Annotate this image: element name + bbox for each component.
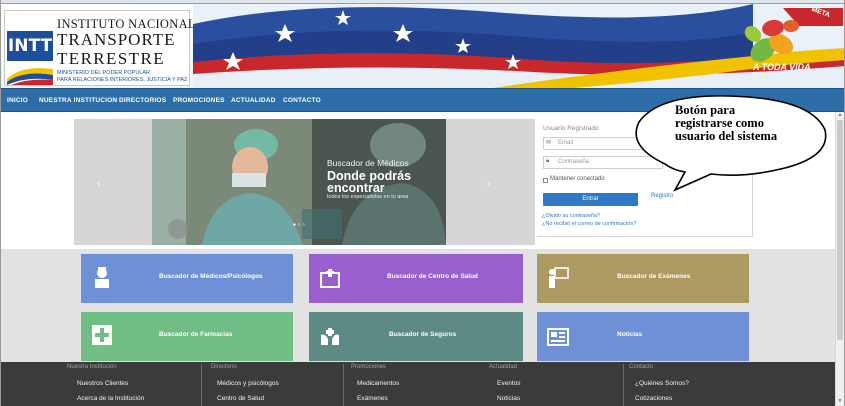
logo-text-line2: TRANSPORTE <box>57 30 176 49</box>
scrollbar-thumb[interactable] <box>837 120 843 340</box>
presentation-icon <box>549 267 569 288</box>
carousel-caption-big: Donde podrás encontrar <box>327 169 412 195</box>
footer-divider <box>623 364 624 406</box>
email-icon: ✉ <box>546 140 552 146</box>
intt-logo[interactable]: INTT INSTITUTO NACIONAL DE TRANSPORTE TE… <box>4 10 216 86</box>
scroll-down-arrow-icon[interactable]: ▼ <box>836 398 844 405</box>
intt-badge: INTT <box>7 31 53 61</box>
footer-title-contacto: Contacto <box>629 364 654 370</box>
service-label-farmacias: Buscador de Farmacias <box>159 331 233 338</box>
footer-divider <box>343 364 344 406</box>
footer-link-medicos[interactable]: Médicos y psicólogos <box>217 380 279 387</box>
carousel-prev-arrow[interactable]: ‹ <box>97 178 100 189</box>
footer-link-centro-salud[interactable]: Centro de Salud <box>217 395 264 402</box>
footer-title-directorio: Directorio <box>211 364 237 370</box>
footer-link-examenes[interactable]: Exámenes <box>357 395 388 402</box>
footer-link-cotizaciones[interactable]: Cotizaciones <box>635 395 672 402</box>
nav-item-inicio[interactable]: INICIO <box>7 89 28 113</box>
login-panel-border-bottom <box>537 236 753 237</box>
page: INTT INSTITUTO NACIONAL DE TRANSPORTE TE… <box>0 0 845 406</box>
annotation-text: Botón para registrarse como usuario del … <box>675 103 778 143</box>
service-tile-seguros[interactable]: Buscador de Seguros <box>309 312 523 361</box>
footer-link-acerca[interactable]: Acerca de la Institución <box>77 395 144 402</box>
pharmacy-cross-icon <box>92 325 112 345</box>
nav-item-promociones[interactable]: PROMOCIONES <box>173 89 225 113</box>
login-title: Usuario Registrado <box>543 125 599 132</box>
service-label-examenes: Buscador de Exámenes <box>617 273 691 280</box>
lock-icon: 🔒︎ <box>546 158 550 164</box>
service-tile-medicos[interactable]: Buscador de Médicos/Psicólogos <box>81 254 293 303</box>
service-tile-farmacias[interactable]: Buscador de Farmacias <box>81 312 293 361</box>
forgot-password-link[interactable]: ¿Olvido su contraseña? <box>542 213 600 219</box>
footer-link-nuestros-clientes[interactable]: Nuestros Clientes <box>77 380 128 387</box>
footer-title-actualidad: Actualidad <box>489 364 518 370</box>
service-label-seguros: Buscador de Seguros <box>389 331 457 338</box>
footer-link-noticias[interactable]: Noticias <box>497 395 520 402</box>
service-tile-noticias[interactable]: Noticias <box>537 312 749 361</box>
remember-checkbox[interactable] <box>543 178 548 183</box>
venezuela-flag-icon <box>7 68 53 85</box>
site-header: INTT INSTITUTO NACIONAL DE TRANSPORTE TE… <box>1 4 844 88</box>
carousel-next-arrow[interactable]: › <box>487 178 490 189</box>
campaign-text: A TODA VIDA <box>753 62 811 72</box>
footer-title-promociones: Promociones <box>351 364 387 370</box>
service-tile-centro-salud[interactable]: Buscador de Centro de Salud <box>309 254 523 303</box>
service-label-medicos: Buscador de Médicos/Psicólogos <box>159 273 263 280</box>
carousel-caption-sub: todos los especialistas en tu area <box>327 194 409 200</box>
logo-ministry-line2: PARA RELACIONES INTERIORES, JUSTICIA Y P… <box>57 77 188 83</box>
logo-ministry-line1: MINISTERIO DEL PODER POPULAR <box>57 70 151 76</box>
nav-item-directorios[interactable]: DIRECTORIOS <box>119 89 166 113</box>
insurance-hands-icon <box>321 328 339 345</box>
hospital-icon <box>320 269 340 288</box>
carousel-caption-small: Buscador de Médicos <box>327 158 409 168</box>
nav-item-actualidad[interactable]: ACTUALIDAD <box>231 89 276 113</box>
login-submit-button[interactable]: Entrar <box>543 193 638 206</box>
resend-confirmation-link[interactable]: ¿No recibió el correo de confirmación? <box>542 221 636 227</box>
logo-text-line3: TERRESTRE <box>57 49 165 68</box>
carousel-indicators[interactable]: ● ○ ○ <box>293 222 305 228</box>
footer-title-institucion: Nuestra Institución <box>67 364 117 370</box>
footer-link-medicamentos[interactable]: Medicamentos <box>357 380 399 387</box>
newspaper-icon <box>547 328 569 346</box>
service-label-centro-salud: Buscador de Centro de Salud <box>387 273 479 280</box>
service-label-noticias: Noticias <box>617 331 643 338</box>
footer-link-eventos[interactable]: Eventos <box>497 380 521 387</box>
scroll-up-arrow-icon[interactable]: ▲ <box>836 112 844 119</box>
service-tile-examenes[interactable]: Buscador de Exámenes <box>537 254 749 303</box>
nav-item-contacto[interactable]: CONTACTO <box>283 89 321 113</box>
remember-label: Mantener conectado <box>550 176 605 182</box>
doctor-icon <box>95 267 109 288</box>
nav-item-nuestra-institucion[interactable]: NUESTRA INSTITUCION <box>39 89 117 113</box>
footer-link-quienes-somos[interactable]: ¿Quiénes Somos? <box>635 380 689 387</box>
footer-divider <box>201 364 202 406</box>
